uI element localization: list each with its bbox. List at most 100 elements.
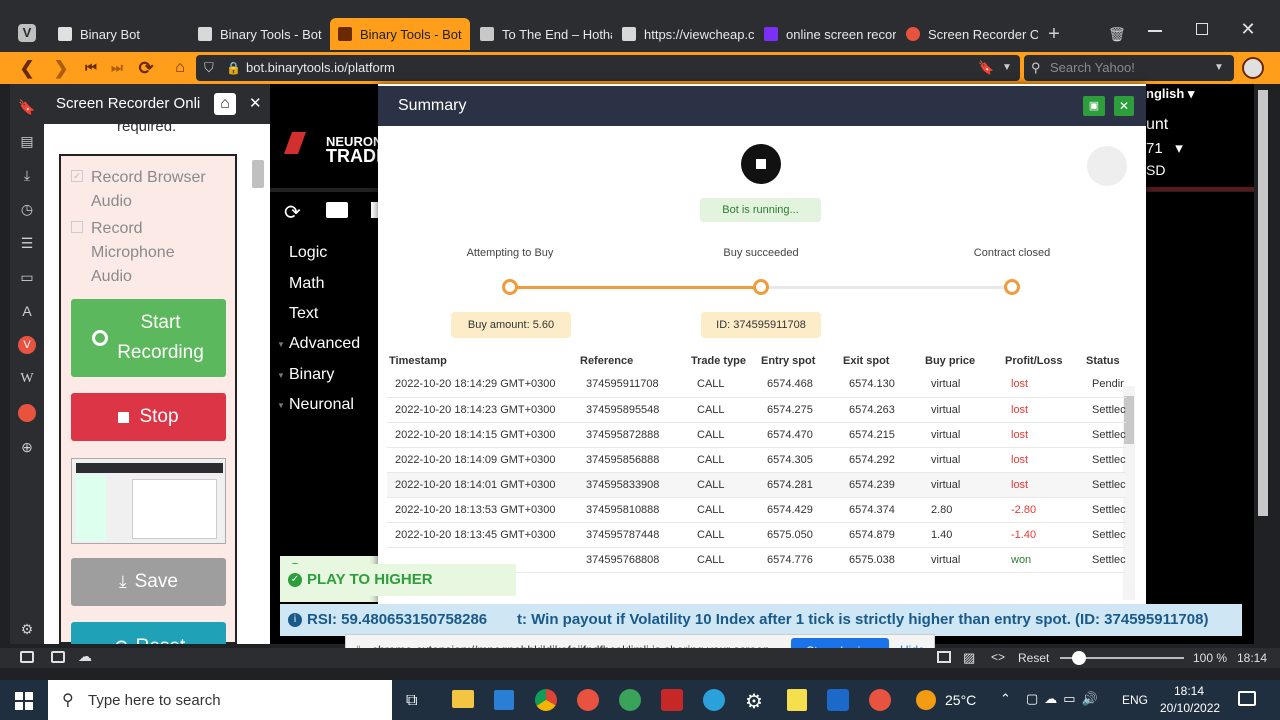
cloud-icon[interactable]: ☁	[78, 648, 92, 665]
home-icon[interactable]: ⌂	[214, 93, 236, 115]
search-engine-dropdown-icon[interactable]: ▼	[1214, 55, 1224, 81]
notes-icon[interactable]: ☰	[18, 234, 36, 252]
reset-button[interactable]: ⟲ Reset	[71, 622, 226, 644]
table-row[interactable]: 2022-10-20 18:14:15 GMT+0300 374595872888…	[387, 422, 1126, 448]
home-icon[interactable]: ⌂	[170, 58, 190, 78]
maximize-icon[interactable]	[1196, 23, 1208, 35]
stop-button[interactable]: Stop	[71, 393, 226, 441]
history-icon[interactable]: ◷	[18, 200, 36, 218]
code-icon[interactable]: <>	[991, 650, 1005, 664]
shield-icon[interactable]: ⛉	[204, 55, 214, 81]
tab-3[interactable]: To The End – Hothar	[472, 18, 612, 50]
dropdown-icon[interactable]: ▼	[1002, 55, 1012, 81]
table-row[interactable]: 2022-10-20 18:14:09 GMT+0300 374595856888…	[387, 447, 1126, 473]
reload-icon[interactable]: ⟳	[136, 58, 156, 78]
trash-icon[interactable]: 🗑	[1108, 25, 1126, 43]
store-icon[interactable]	[494, 690, 514, 710]
notes-taskbar-icon[interactable]	[787, 689, 807, 711]
notifications-icon[interactable]	[1238, 691, 1256, 706]
weather-icon[interactable]	[916, 690, 936, 710]
close-panel-icon[interactable]: ✕	[249, 84, 262, 124]
save-icon[interactable]: ▣	[1083, 96, 1105, 116]
add-panel-icon[interactable]: ⊕	[18, 438, 36, 456]
file-explorer-icon[interactable]	[452, 690, 474, 708]
menu-logic[interactable]: Logic	[289, 244, 327, 262]
vivaldi-panel-icon[interactable]: V	[18, 336, 36, 354]
save-button[interactable]: ⤓ Save	[71, 558, 226, 606]
back-icon[interactable]: ❮	[17, 58, 37, 78]
menu-binary[interactable]: Binary	[289, 366, 334, 384]
image-icon[interactable]: ▨	[963, 650, 975, 666]
clock-time[interactable]: 18:14	[1174, 684, 1204, 698]
clock-date[interactable]: 20/10/2022	[1160, 701, 1220, 715]
close-icon[interactable]: ✕	[1240, 20, 1256, 38]
zoom-slider-thumb[interactable]	[1072, 651, 1086, 665]
fast-forward-icon[interactable]: ⏭	[107, 58, 127, 78]
reading-list-icon[interactable]: ▤	[18, 132, 36, 150]
menu-advanced[interactable]: Advanced	[289, 335, 360, 353]
forward-icon[interactable]: ❯	[51, 58, 71, 78]
tab-2-active[interactable]: Binary Tools - Bot	[330, 18, 470, 50]
page-actions-icon[interactable]	[937, 651, 951, 663]
refresh-icon[interactable]: ⟳	[284, 200, 301, 225]
settings-taskbar-icon[interactable]: ⚙	[745, 689, 763, 714]
clear-log-icon[interactable]	[1087, 146, 1127, 186]
taskbar-search[interactable]: ⚲ Type here to search	[48, 680, 392, 720]
table-row[interactable]: 2022-10-20 18:13:53 GMT+0300 374595810888…	[387, 497, 1126, 523]
tile-icon[interactable]	[51, 651, 65, 663]
zoom-reset-label[interactable]: Reset	[1018, 651, 1049, 665]
chrome-icon[interactable]	[535, 689, 557, 711]
settings-icon[interactable]: ⚙	[18, 620, 36, 638]
tab-4[interactable]: https://viewcheap.cc	[614, 18, 754, 50]
stop-bot-button[interactable]	[741, 144, 781, 184]
telegram-taskbar-icon[interactable]	[703, 689, 725, 711]
minimize-icon[interactable]	[1148, 30, 1162, 32]
page-scrollbar[interactable]	[1258, 90, 1268, 516]
account-number[interactable]: 71 ▾	[1146, 139, 1183, 157]
tab-1[interactable]: Binary Tools - Bot	[190, 18, 330, 50]
start-recording-button[interactable]: Start Recording	[71, 299, 226, 377]
screen-recorder-panel-icon[interactable]	[18, 404, 36, 422]
windows-start-icon[interactable]	[15, 692, 33, 710]
panel-scrollbar[interactable]	[252, 160, 264, 188]
search-field[interactable]: ⚲ Search Yahoo! ▼	[1024, 55, 1234, 81]
media-taskbar-icon[interactable]	[661, 689, 683, 711]
profile-icon[interactable]	[1242, 57, 1264, 79]
menu-neuronal[interactable]: Neuronal	[289, 396, 354, 414]
record-mic-audio-option[interactable]: Record Microphone Audio	[71, 217, 221, 289]
checkbox[interactable]	[71, 221, 83, 233]
tab-5[interactable]: online screen record	[756, 18, 896, 50]
new-tab-icon[interactable]: +	[1045, 24, 1063, 44]
player-taskbar-icon[interactable]	[827, 689, 849, 711]
tray-arrow-icon[interactable]: ⌃	[1000, 691, 1011, 707]
vivaldi-menu-icon[interactable]: V	[18, 24, 36, 42]
downloads-icon[interactable]: ⤓	[18, 166, 36, 184]
window-panel-icon[interactable]: ▭	[18, 268, 36, 286]
language-indicator[interactable]: ENG	[1122, 693, 1148, 707]
tab-6[interactable]: Screen Recorder Onl	[898, 18, 1038, 50]
menu-math[interactable]: Math	[289, 275, 325, 293]
rewind-icon[interactable]: ⏮	[81, 58, 101, 78]
menu-text[interactable]: Text	[289, 305, 318, 323]
table-row[interactable]: 2022-10-20 18:14:01 GMT+0300 374595833908…	[387, 472, 1126, 498]
checkbox[interactable]: ✓	[71, 170, 83, 182]
vivaldi-active-taskbar-icon[interactable]	[869, 689, 891, 711]
recording-preview-thumbnail[interactable]	[71, 458, 226, 544]
bookmark-icon[interactable]: 🔖	[978, 55, 994, 81]
vivaldi-taskbar-icon[interactable]	[577, 689, 599, 711]
record-browser-audio-option[interactable]: ✓ Record Browser Audio	[71, 166, 221, 214]
translate-icon[interactable]: A	[18, 302, 36, 320]
folder-icon[interactable]	[326, 202, 348, 218]
close-dialog-icon[interactable]: ✕	[1114, 96, 1134, 116]
maps-taskbar-icon[interactable]	[619, 689, 641, 711]
panel-toggle-icon[interactable]	[20, 651, 34, 663]
tab-0[interactable]: Binary Bot	[50, 18, 190, 50]
address-bar[interactable]: ⛉ 🔒 bot.binarytools.io/platform 🔖 ▼	[196, 55, 1020, 81]
weather-temp[interactable]: 25°C	[945, 692, 976, 708]
table-row[interactable]: 2022-10-20 18:14:29 GMT+0300 374595911708…	[387, 372, 1126, 398]
bookmarks-icon[interactable]: 🔖	[18, 98, 36, 116]
tray-icons[interactable]: ▢☁▭🔊	[1026, 691, 1104, 707]
task-view-icon[interactable]: ⧉	[406, 692, 417, 710]
table-row[interactable]: 2022-10-20 18:13:45 GMT+0300 374595787448…	[387, 522, 1126, 548]
wikipedia-icon[interactable]: W	[18, 370, 36, 388]
